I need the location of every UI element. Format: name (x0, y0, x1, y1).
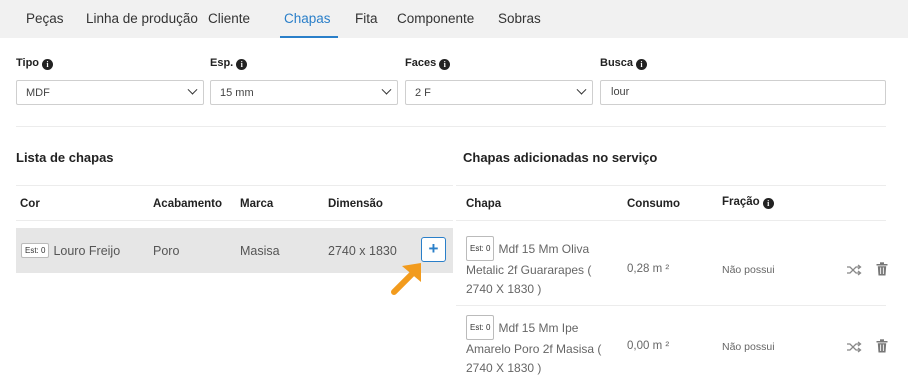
faces-select[interactable]: 2 F (405, 80, 593, 105)
col-header-chapa: Chapa (466, 198, 502, 210)
col-header-dimensao: Dimensão (328, 198, 383, 210)
esp-select-value: 15 mm (220, 87, 254, 99)
tab-fita[interactable]: Fita (355, 11, 378, 26)
consumo-cell: 0,28 m ² (627, 263, 670, 275)
info-icon: i (439, 59, 451, 70)
fracao-cell: Não possui (722, 341, 775, 353)
tab-cliente[interactable]: Cliente (208, 11, 250, 26)
header-divider (456, 220, 886, 221)
stock-badge: Est: 0 (21, 243, 50, 258)
row-divider (456, 305, 886, 306)
trash-icon[interactable] (876, 339, 888, 353)
section-divider (16, 126, 886, 127)
consumo-cell: 0,00 m ² (627, 340, 670, 352)
acabamento-cell: Poro (153, 244, 180, 258)
chapa-cell: Est: 0 Mdf 15 Mm Ipe Amarelo Poro 2f Masi… (466, 315, 636, 378)
tab-sobras[interactable]: Sobras (498, 11, 541, 26)
faces-select-value: 2 F (415, 87, 431, 99)
faces-label: Faces i (405, 57, 451, 70)
dimensao-cell: 2740 x 1830 (328, 244, 397, 258)
tab-linha-de-producao[interactable]: Linha de produção (86, 11, 198, 26)
busca-label: Busca i (600, 57, 648, 70)
header-divider (456, 185, 886, 186)
active-tab-indicator (280, 36, 338, 38)
tab-chapas[interactable]: Chapas (284, 11, 331, 26)
tab-componente[interactable]: Componente (397, 11, 474, 26)
chapas-adicionadas-title: Chapas adicionadas no serviço (463, 150, 658, 165)
col-header-consumo: Consumo (627, 198, 681, 210)
info-icon: i (762, 198, 774, 209)
chevron-down-icon (187, 84, 198, 95)
esp-select[interactable]: 15 mm (210, 80, 398, 105)
marca-cell: Masisa (240, 244, 280, 258)
tab-pecas[interactable]: Peças (26, 11, 64, 26)
info-icon: i (42, 59, 54, 70)
header-divider (16, 185, 453, 186)
info-icon: i (636, 59, 648, 70)
fracao-cell: Não possui (722, 264, 775, 276)
shuffle-icon[interactable] (846, 341, 862, 353)
tipo-label: Tipo i (16, 57, 54, 70)
header-divider (16, 220, 453, 221)
stock-badge: Est: 0 (466, 236, 495, 261)
tipo-select[interactable]: MDF (16, 80, 204, 105)
lista-de-chapas-title: Lista de chapas (16, 150, 114, 165)
stock-badge: Est: 0 (466, 315, 495, 340)
info-icon: i (236, 59, 248, 70)
trash-icon[interactable] (876, 262, 888, 276)
col-header-cor: Cor (20, 198, 40, 210)
chapa-cell: Est: 0 Mdf 15 Mm Oliva Metalic 2f Guarara… (466, 236, 636, 299)
busca-input[interactable]: lour (600, 80, 886, 105)
col-header-marca: Marca (240, 198, 274, 210)
col-header-fracao: Fração i (722, 196, 774, 209)
tipo-select-value: MDF (26, 87, 50, 99)
col-header-acabamento: Acabamento (153, 198, 223, 210)
shuffle-icon[interactable] (846, 264, 862, 276)
chevron-down-icon (381, 84, 392, 95)
esp-label: Esp. i (210, 57, 248, 70)
cor-cell: Est: 0 Louro Freijo (21, 243, 120, 258)
chevron-down-icon (576, 84, 587, 95)
cursor-arrow-icon (391, 263, 421, 295)
tab-bar: Peças Linha de produção Cliente Chapas F… (0, 0, 908, 38)
